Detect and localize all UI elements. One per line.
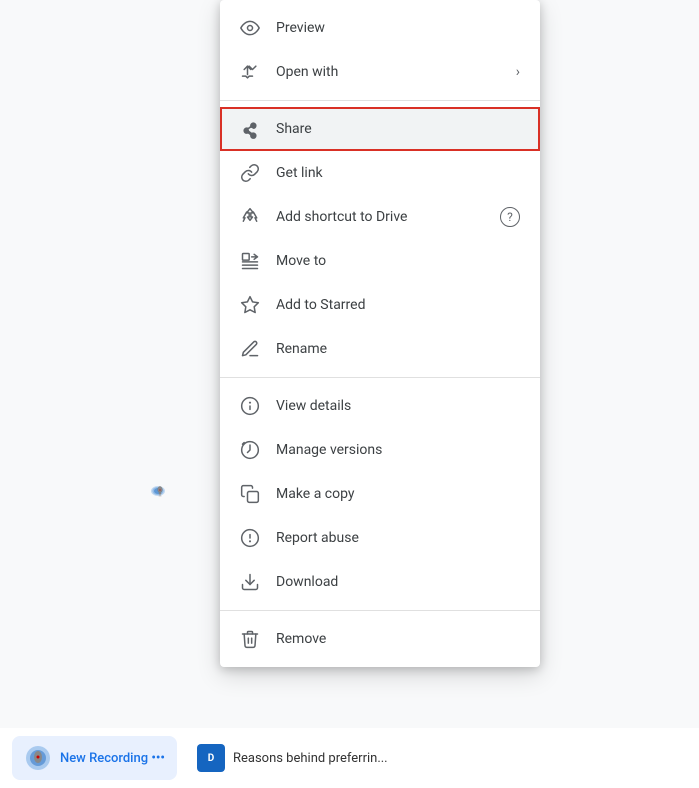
- star-icon: [240, 295, 260, 315]
- bottom-item-reasons[interactable]: D Reasons behind preferrin...: [185, 736, 687, 780]
- open-with-icon: [240, 62, 260, 82]
- bottom-item-recording[interactable]: New Recording •••: [12, 736, 177, 780]
- rename-label: Rename: [276, 341, 520, 357]
- context-menu: Preview Open with › Share: [220, 0, 540, 667]
- menu-item-view-details[interactable]: View details: [220, 384, 540, 428]
- move-to-label: Move to: [276, 253, 520, 269]
- menu-item-add-starred[interactable]: Add to Starred: [220, 283, 540, 327]
- bottom-item-reasons-text: Reasons behind preferrin...: [233, 751, 388, 766]
- share-icon: [240, 119, 260, 139]
- info-icon: [240, 396, 260, 416]
- bottom-item-recording-text: New Recording •••: [60, 751, 165, 766]
- eye-icon: [240, 18, 260, 38]
- help-icon: ?: [500, 207, 520, 227]
- move-icon: [240, 251, 260, 271]
- share-label: Share: [276, 121, 520, 137]
- download-label: Download: [276, 574, 520, 590]
- reasons-thumbnail-icon: D: [197, 744, 225, 772]
- download-icon: [240, 572, 260, 592]
- menu-item-share[interactable]: Share: [220, 107, 540, 151]
- divider-2: [220, 377, 540, 378]
- menu-item-preview[interactable]: Preview: [220, 6, 540, 50]
- manage-versions-label: Manage versions: [276, 442, 520, 458]
- divider-3: [220, 610, 540, 611]
- menu-item-open-with[interactable]: Open with ›: [220, 50, 540, 94]
- make-copy-label: Make a copy: [276, 486, 520, 502]
- report-abuse-label: Report abuse: [276, 530, 520, 546]
- bottom-bar: New Recording ••• D Reasons behind prefe…: [0, 728, 699, 788]
- menu-item-report-abuse[interactable]: Report abuse: [220, 516, 540, 560]
- versions-icon: [240, 440, 260, 460]
- shortcut-icon: [240, 207, 260, 227]
- rename-icon: [240, 339, 260, 359]
- add-starred-label: Add to Starred: [276, 297, 520, 313]
- menu-item-remove[interactable]: Remove: [220, 617, 540, 661]
- menu-item-manage-versions[interactable]: Manage versions: [220, 428, 540, 472]
- menu-item-move-to[interactable]: Move to: [220, 239, 540, 283]
- recording-thumbnail-icon: [24, 744, 52, 772]
- open-with-label: Open with: [276, 64, 500, 80]
- file-thumbnail-area: [90, 420, 230, 560]
- view-details-label: View details: [276, 398, 520, 414]
- link-icon: [240, 163, 260, 183]
- report-icon: [240, 528, 260, 548]
- divider-1: [220, 100, 540, 101]
- copy-icon: [240, 484, 260, 504]
- trash-icon: [240, 629, 260, 649]
- menu-item-download[interactable]: Download: [220, 560, 540, 604]
- add-shortcut-label: Add shortcut to Drive: [276, 209, 484, 225]
- preview-label: Preview: [276, 20, 520, 36]
- menu-item-get-link[interactable]: Get link: [220, 151, 540, 195]
- get-link-label: Get link: [276, 165, 520, 181]
- open-with-arrow-icon: ›: [516, 64, 520, 80]
- menu-item-make-copy[interactable]: Make a copy: [220, 472, 540, 516]
- menu-item-rename[interactable]: Rename: [220, 327, 540, 371]
- menu-item-add-shortcut[interactable]: Add shortcut to Drive ?: [220, 195, 540, 239]
- remove-label: Remove: [276, 631, 520, 647]
